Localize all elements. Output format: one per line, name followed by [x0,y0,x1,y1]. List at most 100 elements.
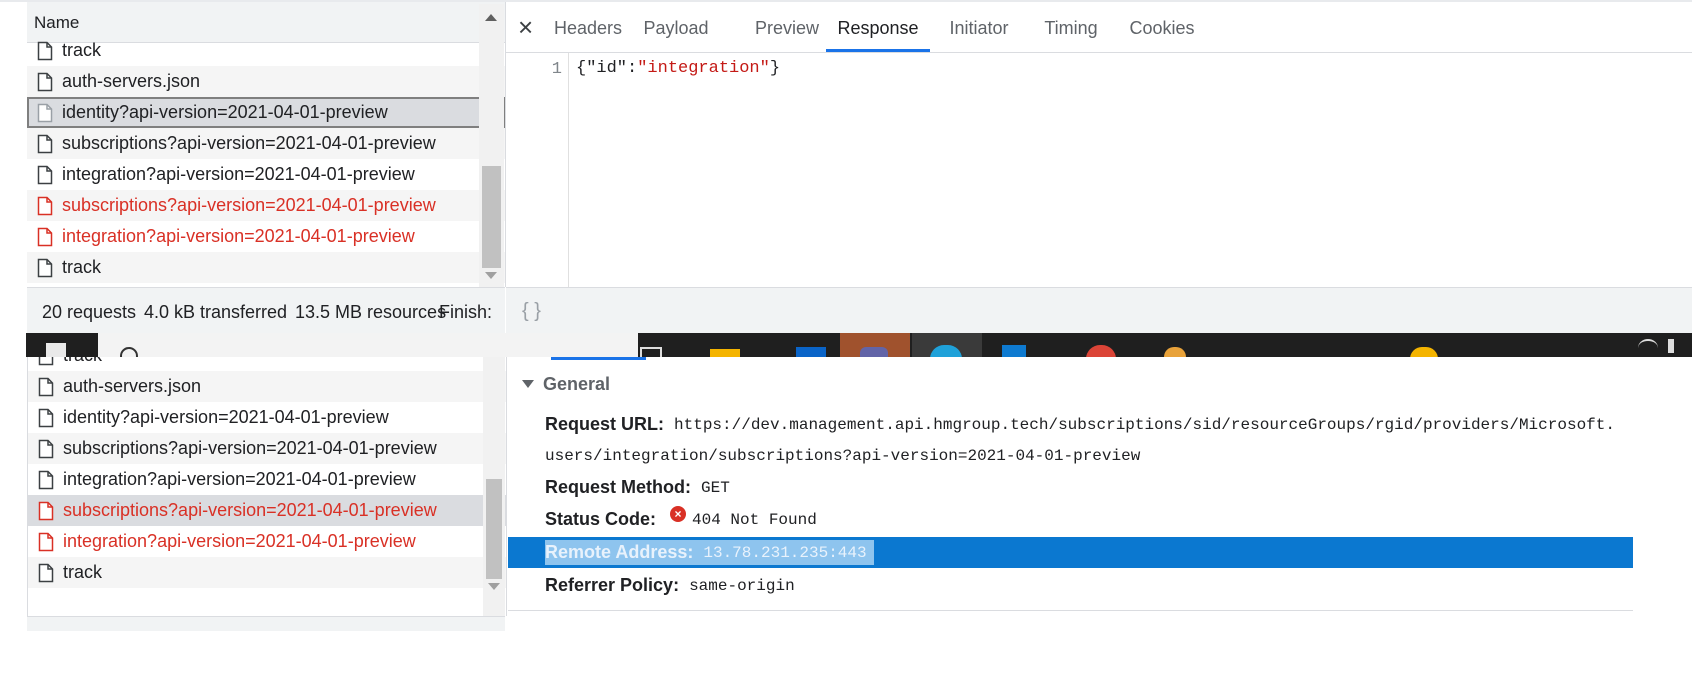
response-body[interactable]: {"id":"integration"} [576,59,780,78]
app-icon[interactable] [1410,347,1438,357]
json-close-brace: } [769,59,781,78]
request-row[interactable]: subscriptions?api-version=2021-04-01-pre… [27,190,505,221]
request-row[interactable]: integration?api-version=2021-04-01-previ… [27,221,505,252]
referrer-policy-row[interactable]: Referrer Policy: same-origin [545,570,795,601]
tab-response[interactable]: Response [826,2,930,52]
file-icon [38,377,54,396]
resources-size: 13.5 MB resources [295,302,447,322]
referrer-policy-value: same-origin [689,576,795,595]
response-gutter: 1 [506,53,569,287]
tab-payload[interactable]: Payload [635,2,717,52]
headers-pane: General Request URL: https://dev.managem… [508,357,1692,617]
request-name: subscriptions?api-version=2021-04-01-pre… [62,195,436,215]
general-section-header[interactable]: General [522,372,610,396]
top-devtools-panel: Name track auth-servers.json identity?api-… [0,0,1692,335]
pretty-print-button[interactable]: { } [522,300,541,323]
teams-icon [860,347,888,357]
request-url-continuation[interactable]: users/integration/subscriptions?api-vers… [545,440,1140,471]
request-row[interactable]: integration?api-version=2021-04-01-previ… [28,526,506,557]
details-pane: × Headers Payload Preview Response Initi… [506,2,1692,287]
request-name: subscriptions?api-version=2021-04-01-pre… [63,438,437,458]
task-view-icon[interactable] [640,347,662,357]
line-number: 1 [551,60,562,79]
tab-cookies[interactable]: Cookies [1121,2,1203,52]
close-icon[interactable]: × [518,14,533,40]
request-row[interactable]: subscriptions?api-version=2021-04-01-pre… [28,495,506,526]
request-name: subscriptions?api-version=2021-04-01-pre… [63,500,437,520]
volume-icon[interactable] [1668,339,1690,353]
request-row[interactable]: integration?api-version=2021-04-01-previ… [28,464,506,495]
details-tab-bar: × Headers Payload Preview Response Initi… [506,2,1692,53]
request-count: 20 requests [42,302,137,322]
request-url-row[interactable]: Request URL: https://dev.management.api.… [545,409,1615,440]
windows-icon[interactable] [46,343,66,357]
scrollbar-thumb[interactable] [482,166,501,268]
request-row[interactable]: track [27,35,505,66]
request-row[interactable]: track [27,252,505,283]
request-name: identity?api-version=2021-04-01-preview [63,407,389,427]
request-list-scrollbar-bottom[interactable] [483,357,505,616]
file-icon [38,563,54,582]
request-row[interactable]: identity?api-version=2021-04-01-preview [27,97,505,128]
request-row[interactable]: track [28,557,506,588]
request-row[interactable]: integration?api-version=2021-04-01-previ… [27,159,505,190]
request-row[interactable]: track [28,357,506,371]
file-icon [37,227,53,246]
request-row[interactable]: auth-servers.json [28,371,506,402]
tab-initiator[interactable]: Initiator [938,2,1020,52]
request-name: integration?api-version=2021-04-01-previ… [62,226,415,246]
file-icon [37,196,53,215]
json-key: "id" [586,59,628,78]
chrome-icon[interactable] [1086,345,1116,357]
scrollbar-thumb-bottom[interactable] [486,479,502,579]
edge-tile[interactable] [912,333,982,357]
bottom-list-footer [27,616,505,631]
wifi-icon[interactable] [1638,339,1658,357]
status-code-label: Status Code: [545,509,657,529]
remote-address-value: 13.78.231.235:443 [703,543,867,562]
section-divider [508,610,1633,611]
file-explorer-icon[interactable] [710,349,740,357]
request-row[interactable]: subscriptions?api-version=2021-04-01-pre… [28,433,506,464]
file-icon [37,134,53,153]
request-name: identity?api-version=2021-04-01-preview [62,102,388,122]
general-title: General [543,373,611,394]
outlook-icon[interactable] [796,347,826,357]
details-footer: { } [506,287,1692,334]
scroll-down-arrow-icon[interactable] [485,272,497,279]
request-list: track auth-servers.json identity?api-versi… [27,35,505,287]
request-name: track [63,357,102,366]
request-name: integration?api-version=2021-04-01-previ… [63,469,416,489]
vscode-icon[interactable] [1002,345,1026,357]
request-list-scrollbar[interactable] [479,4,504,287]
tab-headers[interactable]: Headers [547,2,629,52]
request-url-value: https://dev.management.api.hmgroup.tech/… [674,415,1615,434]
request-name: track [62,40,102,60]
taskbar [26,333,1692,357]
status-code-row[interactable]: Status Code: × 404 Not Found [545,504,817,535]
request-method-row[interactable]: Request Method: GET [545,472,730,503]
request-row[interactable]: auth-servers.json [27,66,505,97]
request-method-value: GET [701,478,730,497]
scroll-up-arrow-icon[interactable] [485,14,497,21]
request-list-pane: Name track auth-servers.json identity?api-… [27,2,506,287]
request-name: auth-servers.json [63,376,202,396]
request-row[interactable]: subscriptions?api-version=2021-04-01-pre… [27,128,505,159]
file-icon [38,357,54,365]
json-value: "integration" [637,59,770,78]
search-box[interactable] [98,333,638,357]
request-name: integration?api-version=2021-04-01-previ… [63,531,416,551]
tab-preview[interactable]: Preview [746,2,828,52]
remote-address-label: Remote Address: [545,542,694,562]
file-icon [38,470,54,489]
paint-icon[interactable] [1164,347,1186,357]
teams-active-tile[interactable] [840,333,910,357]
remote-address-row[interactable]: Remote Address: 13.78.231.235:443 [545,537,867,568]
file-icon [37,41,53,60]
scroll-down-arrow-icon-bottom[interactable] [488,583,500,590]
file-icon [37,258,53,277]
file-icon [37,72,53,91]
tab-timing[interactable]: Timing [1030,2,1112,52]
request-row[interactable]: identity?api-version=2021-04-01-preview [28,402,506,433]
file-icon [37,103,53,122]
